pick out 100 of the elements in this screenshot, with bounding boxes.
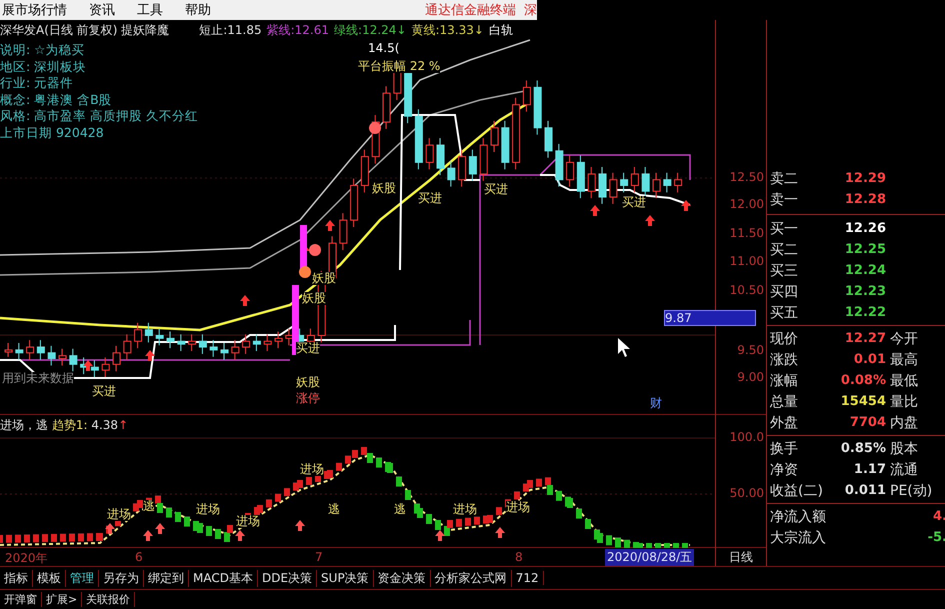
candlestick xyxy=(414,108,423,170)
up-arrow-icon xyxy=(145,350,155,361)
menu-item[interactable]: 资讯 xyxy=(89,1,115,19)
quote-value: 15454 xyxy=(840,394,886,409)
formula-tab[interactable]: 指标 xyxy=(0,570,33,586)
quote-label: 买四 xyxy=(770,282,799,300)
quote-value: 12.22 xyxy=(844,305,886,320)
info-line: 上市日期 920428 xyxy=(0,124,105,141)
candlestick xyxy=(339,212,348,251)
quote-value: 12.23 xyxy=(844,284,886,299)
quote-value: 12.26 xyxy=(844,221,886,236)
chart-annotation: 妖股 xyxy=(312,272,336,285)
quote-label: 买二 xyxy=(770,240,799,258)
candlestick xyxy=(382,86,390,130)
quote-value: 12.24 xyxy=(844,263,886,278)
formula-tab[interactable]: 另存为 xyxy=(99,570,144,586)
candlestick xyxy=(210,340,218,358)
candlestick xyxy=(90,360,99,378)
info-line: 地区: 深圳板块 xyxy=(0,58,88,75)
candlestick xyxy=(177,334,186,352)
app-title: 通达信金融终端 xyxy=(425,2,516,19)
candlestick xyxy=(544,120,552,158)
price-label: 12.50 xyxy=(730,170,764,184)
date-label: 6 xyxy=(135,550,143,564)
quote-label: 最低 xyxy=(890,372,918,390)
candlestick xyxy=(447,160,456,188)
up-arrow-icon xyxy=(143,530,153,542)
formula-tab[interactable]: MACD基本 xyxy=(189,570,258,586)
up-arrow-icon xyxy=(105,523,115,534)
candlestick xyxy=(220,342,228,360)
cursor-icon xyxy=(618,338,630,357)
current-date-label: 2020/08/28/五 xyxy=(605,549,694,566)
candlestick xyxy=(555,143,564,188)
formula-tab[interactable]: 绑定到 xyxy=(144,570,189,586)
formula-tab[interactable]: 分析家公式网 xyxy=(430,570,512,586)
up-arrow-icon xyxy=(83,360,93,371)
candlestick xyxy=(468,149,477,182)
chart-annotation: 逃 xyxy=(394,503,406,516)
formula-tab[interactable]: 资金决策 xyxy=(374,570,431,586)
date-label: 7 xyxy=(315,550,323,564)
candlestick xyxy=(144,322,153,343)
menu-item[interactable]: 帮助 xyxy=(185,1,211,19)
candlestick xyxy=(663,172,672,193)
candlestick xyxy=(598,166,606,204)
chart-annotation: 妖股 xyxy=(372,182,396,195)
quote-label: 流通 xyxy=(890,460,918,478)
up-arrow-icon xyxy=(590,205,600,216)
quote-value: 0.01 xyxy=(852,352,886,367)
quote-label: 量比 xyxy=(890,392,918,410)
toolbar-button[interactable]: 开弹窗 xyxy=(0,592,42,607)
up-arrow-icon xyxy=(235,530,245,542)
up-arrow-icon xyxy=(295,520,305,532)
formula-tab[interactable]: 712 xyxy=(512,571,544,585)
info-line: 风格: 高市盈率 高质押股 久不分红 xyxy=(0,108,198,124)
quote-label: 净流入额 xyxy=(770,508,827,526)
candlestick xyxy=(534,80,542,136)
menu-item[interactable]: 展市场行情 xyxy=(2,1,67,19)
limit-up-bar xyxy=(300,225,307,270)
quote-label: 买五 xyxy=(770,304,799,322)
chart-annotation: 进场 xyxy=(196,503,220,516)
chart-annotation: 14.5( xyxy=(368,42,400,55)
candlestick xyxy=(156,328,164,346)
candlestick xyxy=(48,345,56,366)
chart-title: 深华发A(日线 前复权) 提妖降魔 xyxy=(0,22,170,39)
chart-annotation: 买进 xyxy=(418,192,442,205)
price-label: 12.00 xyxy=(730,197,764,211)
candlestick xyxy=(436,138,444,176)
candlestick xyxy=(242,334,250,354)
chart-annotation: 财 xyxy=(650,397,662,410)
ball-marker xyxy=(369,122,381,134)
price-label: 10.50 xyxy=(730,283,764,297)
chart-annotation: 买进 xyxy=(484,183,508,196)
candlestick xyxy=(588,166,596,199)
chart-annotation: 进场 xyxy=(236,515,260,528)
quote-label: 总量 xyxy=(770,392,799,410)
formula-tab[interactable]: SUP决策 xyxy=(317,570,374,586)
price-label: 9.87 xyxy=(664,310,756,326)
up-arrow-icon xyxy=(435,530,445,542)
toolbar-button[interactable]: 关联报价 xyxy=(82,592,136,607)
indicator-header: 进场，逃 趋势1: 4.38↑ xyxy=(0,417,128,434)
candlestick xyxy=(274,330,282,349)
chart-annotation: 平台振幅 22 % xyxy=(358,60,440,73)
formula-tab[interactable]: DDE决策 xyxy=(258,570,318,586)
toolbar-button[interactable]: 扩展> xyxy=(42,592,82,607)
period-label: 日线 xyxy=(729,548,753,566)
quote-label: 大宗流入 xyxy=(770,528,827,546)
price-label: 11.50 xyxy=(730,226,764,240)
candlestick xyxy=(264,334,272,352)
formula-tab[interactable]: 管理 xyxy=(66,570,99,586)
formula-tab[interactable]: 模板 xyxy=(33,570,66,586)
menu-item[interactable]: 工具 xyxy=(137,1,163,19)
candlestick xyxy=(490,120,498,152)
indicator-value: 绿线:12.24↓ xyxy=(334,22,406,39)
chart-annotation: 妖股 xyxy=(302,292,326,305)
chart-annotation: 买进 xyxy=(296,342,320,355)
quote-label: 外盘 xyxy=(770,414,799,432)
candlestick xyxy=(674,172,682,193)
candlestick xyxy=(58,348,66,366)
candlestick xyxy=(134,322,142,349)
price-label: 100.0 xyxy=(730,430,764,444)
